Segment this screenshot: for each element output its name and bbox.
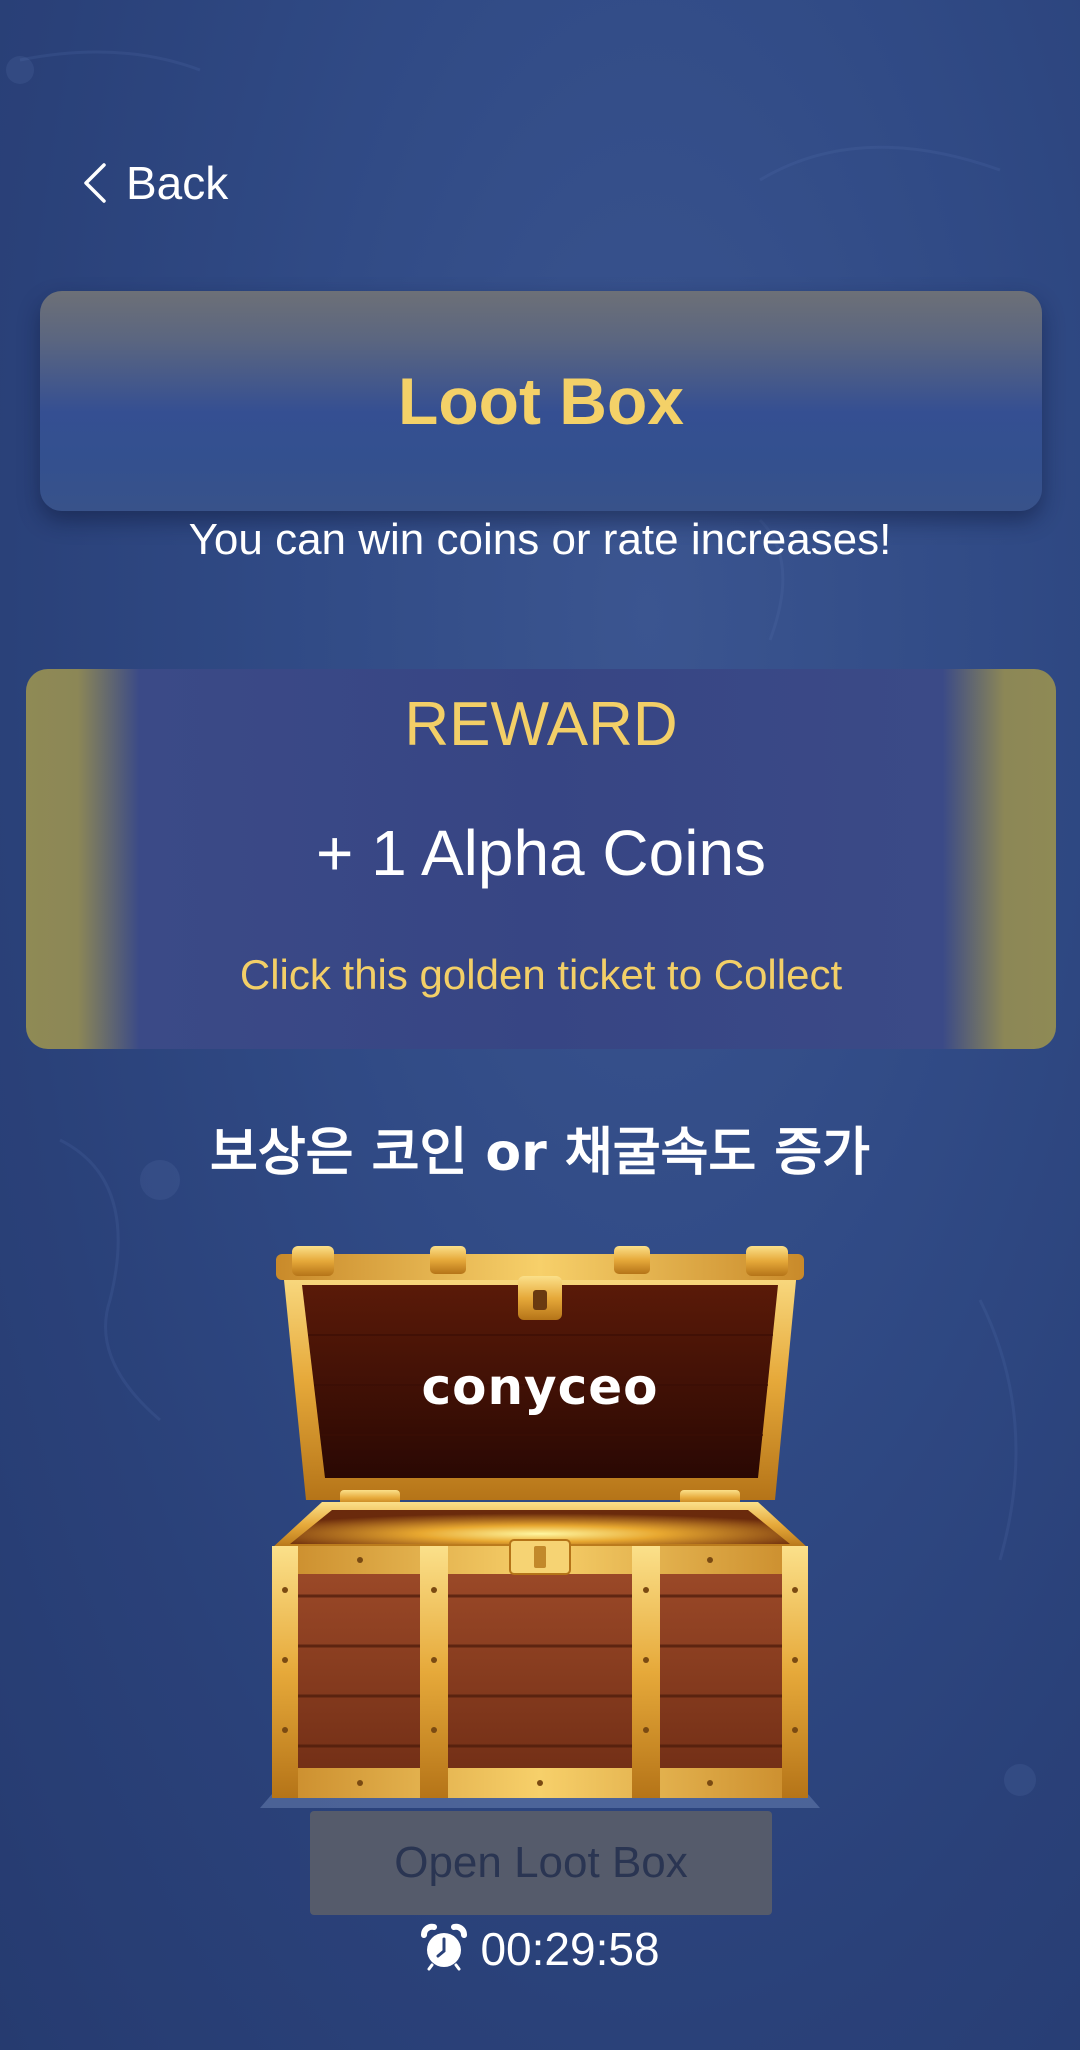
- title-card: Loot Box: [40, 291, 1042, 511]
- back-label: Back: [126, 157, 229, 209]
- alarm-clock-icon: [420, 1923, 468, 1976]
- reward-caption: 보상은 코인 or 채굴속도 증가: [209, 1123, 871, 1183]
- page-subtitle: You can win coins or rate increases!: [188, 515, 892, 564]
- reward-label: REWARD: [404, 690, 678, 759]
- collect-hint: Click this golden ticket to Collect: [239, 951, 843, 998]
- back-button[interactable]: Back: [80, 150, 228, 216]
- page-title: Loot Box: [398, 364, 684, 438]
- cooldown-timer: 00:29:58: [0, 1920, 1080, 1978]
- chest-owner-name: conyceo: [421, 1358, 659, 1416]
- open-loot-box-button[interactable]: Open Loot Box: [310, 1811, 772, 1915]
- treasure-chest-image: [260, 1246, 820, 1808]
- reward-amount: + 1 Alpha Coins: [315, 817, 767, 889]
- timer-value: 00:29:58: [480, 1923, 660, 1975]
- golden-ticket[interactable]: REWARD + 1 Alpha Coins Click this golden…: [26, 669, 1056, 1049]
- chevron-left-icon: [80, 161, 110, 205]
